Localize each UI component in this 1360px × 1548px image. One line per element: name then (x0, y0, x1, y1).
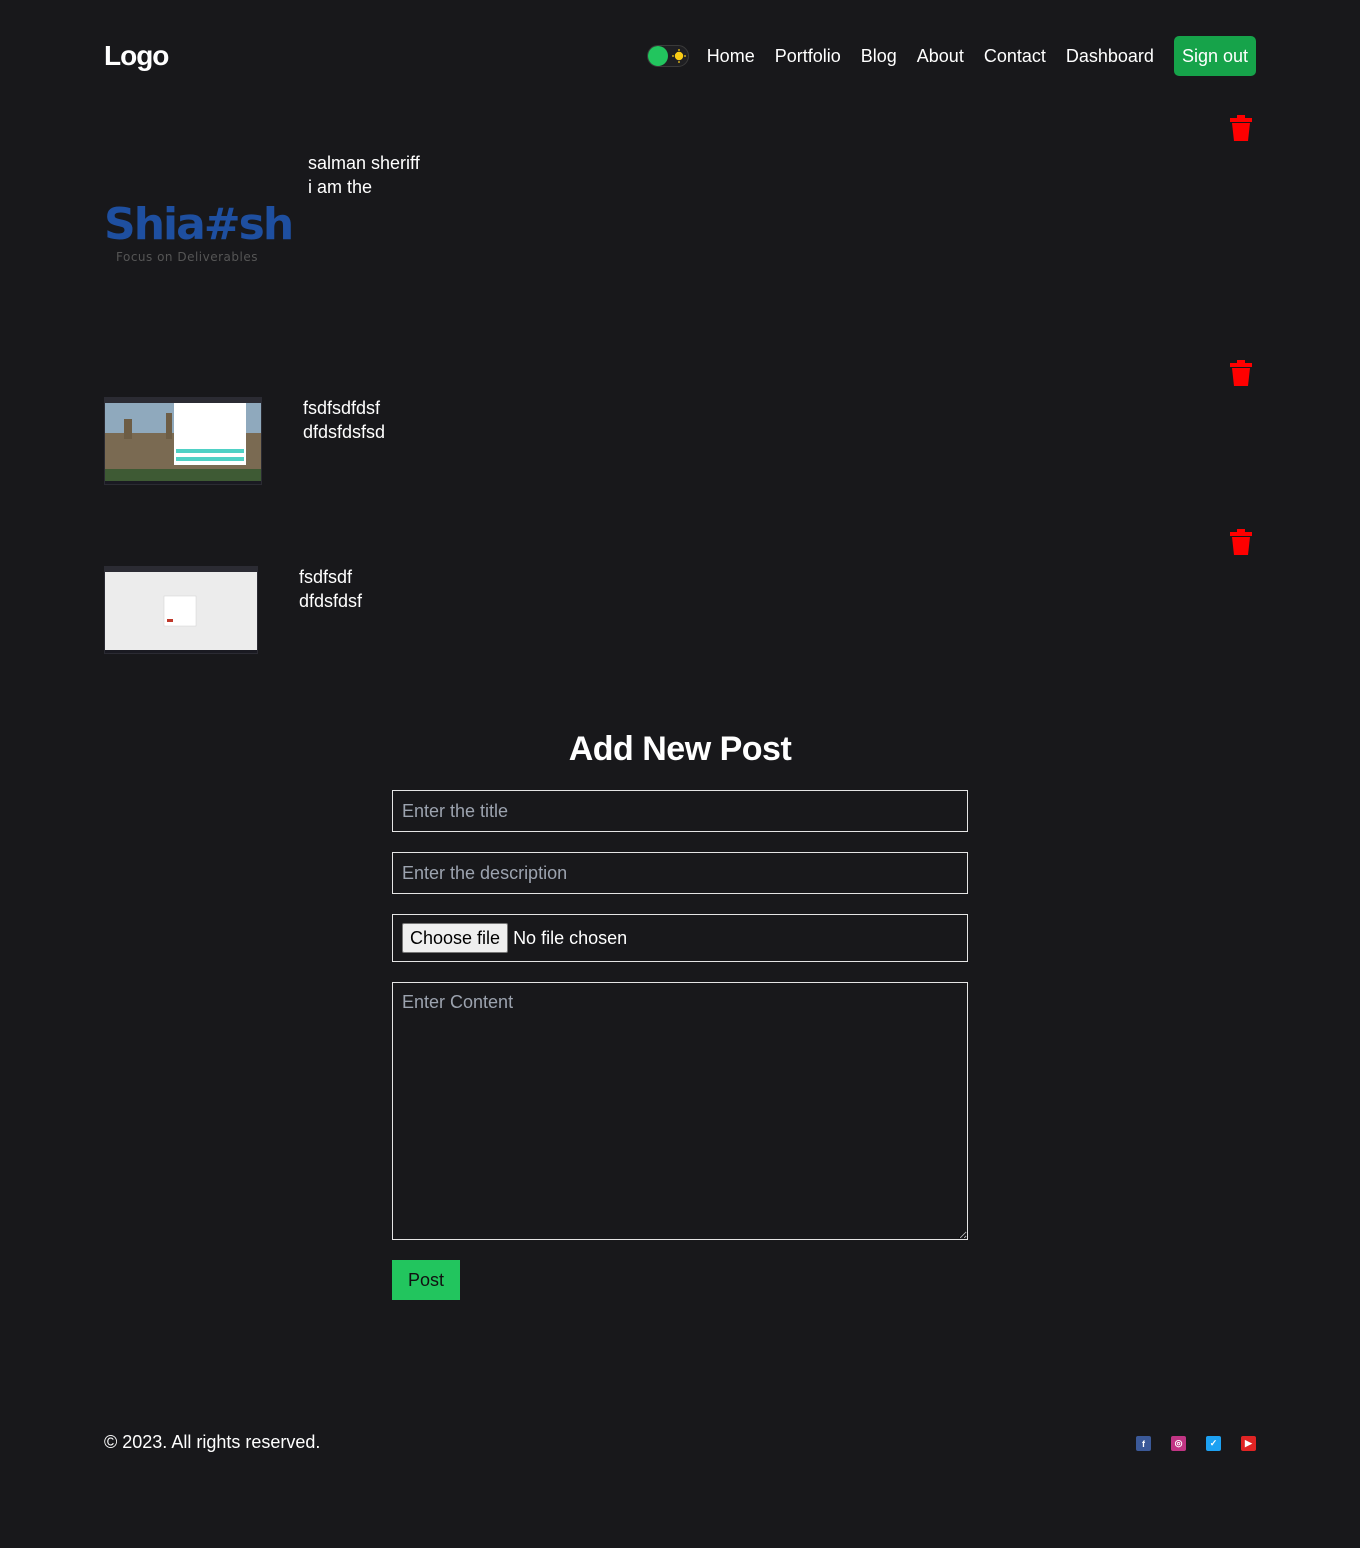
post-description: dfdsfdsf (299, 591, 363, 611)
nav-blog[interactable]: Blog (861, 46, 897, 67)
post-image (104, 397, 262, 485)
post-image (104, 566, 258, 654)
social-links: f ◎ ✓ ▶ (1116, 1436, 1256, 1451)
file-status: No file chosen (513, 927, 628, 948)
instagram-icon[interactable]: ◎ (1171, 1436, 1186, 1451)
sun-icon (671, 49, 686, 63)
shiash-logo-word: Shia#sh (104, 199, 294, 250)
sign-out-button[interactable]: Sign out (1173, 36, 1256, 76)
nav-portfolio[interactable]: Portfolio (775, 46, 841, 67)
shiash-logo-tagline: Focus on Deliverables (116, 250, 258, 264)
navbar: Logo Home Portfolio Blog About Contact D… (104, 36, 1256, 76)
post-text: fsdfsdf dfdsfdsf (299, 565, 362, 613)
file-input: Choose file No file chosen (392, 914, 968, 962)
post-text: salman sheriff i am the (308, 151, 420, 199)
post-submit-button[interactable]: Post (392, 1260, 460, 1300)
trash-icon[interactable] (1230, 115, 1252, 141)
post-item: fsdfsdfdsf dfdsfdsfsd (104, 357, 1256, 497)
trash-icon[interactable] (1230, 360, 1252, 386)
theme-toggle[interactable] (646, 45, 689, 67)
form-heading: Add New Post (568, 730, 792, 768)
nav-home[interactable]: Home (707, 46, 755, 67)
post-title: salman sheriff (308, 153, 420, 173)
post-item: Shia#sh Focus on Deliverables salman she… (104, 112, 1256, 332)
description-input[interactable] (392, 852, 968, 894)
post-title: fsdfsdf (299, 567, 353, 587)
nav-dashboard[interactable]: Dashboard (1066, 46, 1154, 67)
nav-right: Home Portfolio Blog About Contact Dashbo… (646, 36, 1256, 76)
trash-icon[interactable] (1230, 529, 1252, 555)
title-input[interactable] (392, 790, 968, 832)
twitter-icon[interactable]: ✓ (1206, 1436, 1221, 1451)
post-description: i am the (308, 177, 373, 197)
nav-contact[interactable]: Contact (984, 46, 1046, 67)
facebook-icon[interactable]: f (1136, 1436, 1151, 1451)
content-textarea[interactable] (392, 982, 968, 1240)
toggle-knob (647, 46, 668, 66)
post-text: fsdfsdfdsf dfdsfdsfsd (303, 396, 385, 444)
post-item: fsdfsdf dfdsfdsf (104, 526, 1256, 666)
copyright-text: © 2023. All rights reserved. (104, 1432, 321, 1452)
youtube-icon[interactable]: ▶ (1241, 1436, 1256, 1451)
post-title: fsdfsdfdsf (303, 398, 381, 418)
post-description: dfdsfdsfsd (303, 422, 386, 442)
post-image: Shia#sh Focus on Deliverables (104, 199, 294, 270)
site-logo[interactable]: Logo (104, 40, 169, 72)
nav-about[interactable]: About (917, 46, 964, 67)
choose-file-button[interactable]: Choose file (402, 923, 509, 953)
